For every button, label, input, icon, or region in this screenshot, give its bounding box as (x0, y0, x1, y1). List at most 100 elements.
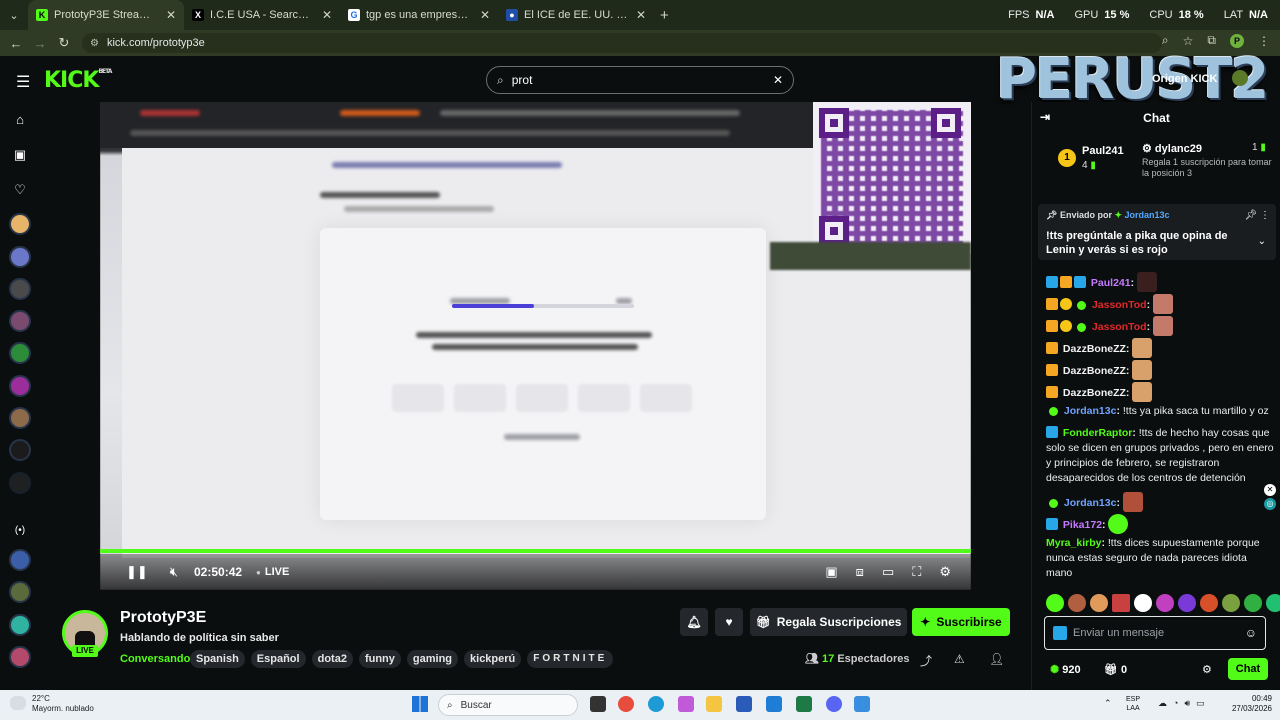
seek-bar[interactable] (100, 549, 971, 553)
browser-menu-icon[interactable]: ⋮ (1258, 34, 1270, 48)
emote[interactable] (1244, 594, 1262, 612)
followed-channel-avatar[interactable] (9, 278, 31, 300)
menu-hamburger-icon[interactable]: ☰ (16, 72, 30, 92)
leaderboard-second-name[interactable]: ⚙ dylanc29 (1142, 142, 1202, 155)
close-icon[interactable]: ✕ (636, 8, 646, 22)
chat-input-field[interactable] (1073, 627, 1245, 639)
battery-icon[interactable]: ▭ (1196, 698, 1205, 709)
excel-icon[interactable] (796, 696, 812, 712)
stream-category[interactable]: Conversando (120, 653, 190, 665)
chat-settings-gear-icon[interactable]: ⚙ (1202, 663, 1212, 676)
followed-channel-avatar[interactable] (9, 213, 31, 235)
emote[interactable] (1068, 594, 1086, 612)
kick-logo[interactable]: KICKBETA (44, 68, 112, 93)
wifi-icon[interactable]: ◔ (1173, 698, 1178, 709)
settings-gear-icon[interactable]: ⚙ (939, 564, 951, 580)
browse-icon[interactable]: ▣ (12, 147, 28, 163)
recommended-channel-avatar[interactable] (9, 646, 31, 668)
user-options-icon[interactable]: 👤︎ (989, 652, 1004, 666)
tag[interactable]: gaming (406, 650, 459, 668)
emote[interactable] (1156, 594, 1174, 612)
store-icon[interactable] (736, 696, 752, 712)
share-icon[interactable]: ⤴ (920, 652, 932, 669)
chat-message[interactable]: FonderRaptor: !tts de hecho hay cosas qu… (1046, 426, 1274, 486)
chat-message[interactable]: Paul241: (1046, 272, 1274, 292)
emote[interactable] (1046, 594, 1064, 612)
leaderboard-first-name[interactable]: Paul241 (1082, 145, 1124, 157)
emote[interactable] (1178, 594, 1196, 612)
chat-message[interactable]: JassonTod: (1046, 294, 1274, 314)
chat-message-input[interactable]: ☺ (1044, 616, 1266, 650)
task-view-icon[interactable] (590, 696, 606, 712)
live-broadcast-icon[interactable]: (•) (12, 523, 28, 539)
mute-volume-icon[interactable]: 🔇︎ (170, 564, 178, 580)
tab-x-search[interactable]: X I.C.E USA - Search / X ✕ (184, 0, 340, 30)
report-warning-icon[interactable]: ⚠ (954, 652, 965, 666)
picture-in-picture-icon[interactable]: ▣ (825, 564, 837, 580)
followed-channel-avatar[interactable] (9, 439, 31, 461)
live-indicator[interactable]: LIVE (256, 566, 289, 578)
collapse-chat-icon[interactable]: ⇥ (1040, 110, 1050, 124)
followed-channel-avatar[interactable] (9, 407, 31, 429)
tag[interactable]: Español (250, 650, 306, 668)
forward-arrow-icon[interactable]: → (28, 36, 52, 51)
chevron-down-icon[interactable]: ⌄ (1258, 236, 1266, 247)
weather-widget[interactable]: 22°C Mayorm. nublado (10, 694, 94, 714)
search-input[interactable]: ⌕ prot ✕ (486, 66, 794, 94)
chat-message[interactable]: DazzBoneZZ: (1046, 338, 1274, 358)
chat-identity-icon[interactable] (1053, 626, 1067, 640)
channel-name[interactable]: PrototyP3E (120, 609, 206, 627)
gift-subscriptions-button[interactable]: 🎁︎ Regala Suscripciones (750, 608, 907, 636)
fullscreen-icon[interactable]: ⛶ (912, 564, 921, 580)
channel-points[interactable]: ✺ 920 (1050, 663, 1081, 676)
followed-channel-avatar[interactable] (9, 472, 31, 494)
close-circle-icon[interactable]: ✕ (1264, 484, 1276, 496)
emote[interactable] (1134, 594, 1152, 612)
emote[interactable] (1112, 594, 1130, 612)
windows-start-icon[interactable] (412, 696, 428, 712)
volume-icon[interactable]: 🔊︎ (1184, 698, 1190, 709)
tag[interactable]: FORTNITE (527, 650, 614, 668)
tag[interactable]: funny (358, 650, 401, 668)
back-arrow-icon[interactable]: ← (4, 36, 28, 51)
video-player[interactable]: ❚❚ 🔇︎ 02:50:42 LIVE ▣ ⧈ ▭ ⛶ ⚙ (100, 102, 971, 590)
recommended-channel-avatar[interactable] (9, 581, 31, 603)
emote[interactable] (1200, 594, 1218, 612)
copilot-icon[interactable] (678, 696, 694, 712)
subscribe-button[interactable]: ✦ Suscribirse (912, 608, 1010, 636)
close-icon[interactable]: ✕ (480, 8, 490, 22)
notification-bell-button[interactable]: 🔔︎ (680, 608, 708, 636)
emote[interactable] (1266, 594, 1280, 612)
chat-message[interactable]: Pika172: (1046, 514, 1274, 534)
tab-google-search[interactable]: G tgp es una empresa privada o p ✕ (340, 0, 498, 30)
recommended-channel-avatar[interactable] (9, 549, 31, 571)
reload-icon[interactable]: ↻ (52, 35, 76, 51)
clip-icon[interactable]: ⧈ (856, 564, 864, 580)
emote[interactable] (1222, 594, 1240, 612)
tab-kick[interactable]: K PrototyP3E Stream - Watch Live ✕ (28, 0, 184, 30)
followed-channel-avatar[interactable] (9, 342, 31, 364)
emote[interactable] (1090, 594, 1108, 612)
tag[interactable]: kickperú (464, 650, 522, 668)
discord-icon[interactable] (826, 696, 842, 712)
theater-mode-icon[interactable]: ▭ (882, 564, 894, 580)
info-circle-icon[interactable]: ◎ (1264, 498, 1276, 510)
clear-search-icon[interactable]: ✕ (773, 73, 783, 87)
followed-channel-avatar[interactable] (9, 246, 31, 268)
tag[interactable]: dota2 (311, 650, 353, 668)
pause-icon[interactable]: ❚❚ (126, 564, 148, 580)
followed-channel-avatar[interactable] (9, 375, 31, 397)
following-heart-icon[interactable]: ♡ (12, 182, 28, 198)
tab-news[interactable]: ● El ICE de EE. UU. enfrentará juic ✕ (498, 0, 654, 30)
pin-options-icon[interactable]: 📌︎ ⋮ (1245, 210, 1270, 221)
recommended-channel-avatar[interactable] (9, 614, 31, 636)
file-explorer-icon[interactable] (706, 696, 722, 712)
new-tab-plus-icon[interactable]: + (660, 7, 669, 24)
close-icon[interactable]: ✕ (322, 8, 332, 22)
gift-count[interactable]: 🎁︎ 0 (1104, 663, 1127, 676)
cloud-sync-icon[interactable]: ☁ (1158, 698, 1167, 709)
mail-icon[interactable] (766, 696, 782, 712)
tab-search-chevron-icon[interactable]: ⌄ (0, 0, 28, 30)
home-icon[interactable]: ⌂ (12, 112, 28, 128)
clock[interactable]: 00:49 27/03/2026 (1232, 694, 1272, 714)
